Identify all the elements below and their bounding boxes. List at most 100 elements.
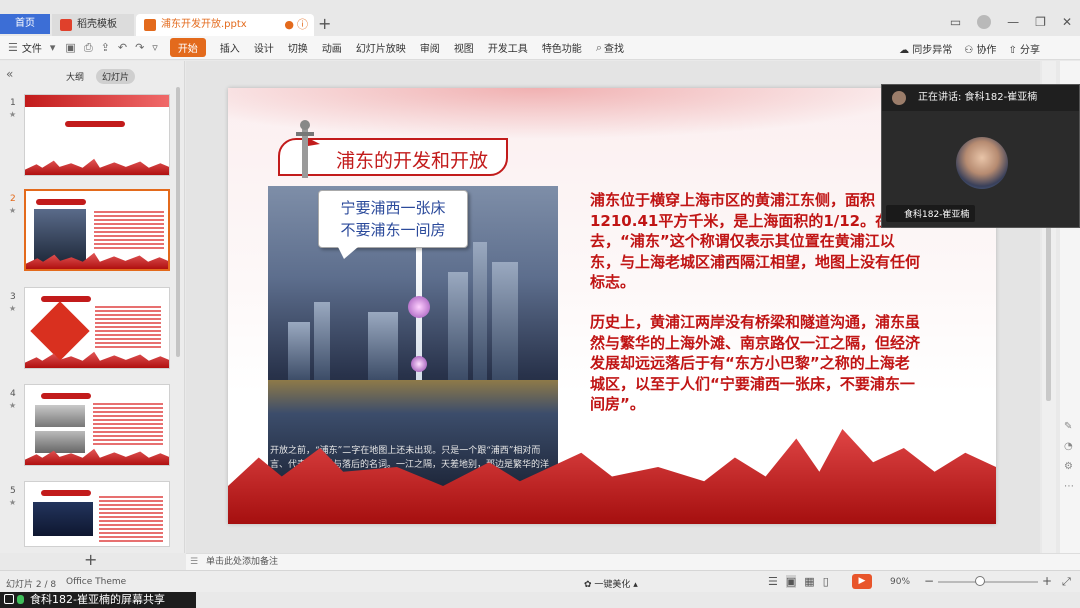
side-tool-icon[interactable]: ◔: [1064, 441, 1076, 453]
thumb-text: [95, 306, 161, 350]
slide-thumbnail-1[interactable]: [24, 94, 170, 176]
thumbnail-scrollbar[interactable]: [176, 87, 180, 357]
export-icon[interactable]: ⇪: [101, 41, 110, 54]
menu-slideshow[interactable]: 幻灯片放映: [356, 40, 406, 55]
building: [314, 302, 330, 382]
animation-star-icon: ★: [9, 304, 17, 313]
chevron-down-icon[interactable]: ▾: [50, 41, 56, 54]
collapse-panel-icon[interactable]: «: [6, 67, 13, 81]
align-icon[interactable]: ☰: [768, 575, 778, 588]
normal-view-icon[interactable]: ▣: [785, 575, 797, 588]
sync-status[interactable]: ☁ 同步异常: [899, 41, 952, 56]
participant-avatar: [956, 137, 1008, 189]
animation-star-icon: ★: [9, 498, 17, 507]
notes-placeholder: 单击此处添加备注: [206, 557, 279, 567]
print-icon[interactable]: ⎙: [84, 41, 93, 55]
building: [492, 262, 518, 382]
menu-view[interactable]: 视图: [454, 40, 474, 55]
warning-icon[interactable]: ⓘ: [297, 14, 308, 36]
menu-transition[interactable]: 切换: [288, 40, 308, 55]
search-icon[interactable]: ⌕: [596, 41, 602, 55]
window-switch-icon[interactable]: ▭: [950, 15, 961, 29]
sync-label: 同步异常: [912, 45, 953, 56]
collab-button[interactable]: ⚇ 协作: [964, 41, 996, 56]
tab-document-label: 浦东开发开放.pptx: [161, 19, 247, 30]
speech-bubble: 宁要浦西一张床 不要浦东一间房: [318, 190, 468, 248]
slide-thumbnail-4[interactable]: [24, 384, 170, 466]
thumb-title: [41, 393, 91, 399]
menu-icon[interactable]: ☰: [8, 41, 18, 54]
menu-developer[interactable]: 开发工具: [488, 40, 528, 55]
thumb-diamond: [30, 301, 90, 361]
side-tool-icon[interactable]: ⋯: [1064, 481, 1076, 493]
zoom-out-button[interactable]: −: [924, 574, 934, 588]
slide-thumbnail-2[interactable]: [24, 189, 170, 271]
slide-thumbnail-panel: « 大纲 幻灯片 1 ★ 2 ★ 3 ★ 4 ★ 5 ★ +: [0, 61, 185, 569]
thumb-number: 2: [10, 194, 16, 204]
tab-home[interactable]: 首页: [0, 14, 50, 34]
menu-animation[interactable]: 动画: [322, 40, 342, 55]
thumb-text: [99, 496, 163, 542]
minimize-icon[interactable]: —: [1007, 15, 1019, 29]
thumb-number: 4: [10, 389, 16, 399]
menu-start[interactable]: 开始: [169, 38, 206, 57]
tab-bar: 首页 稻壳模板 浦东开发开放.pptx ● ⓘ + ▭ — ❐ ✕: [0, 0, 1080, 36]
notes-bar[interactable]: ☰ 单击此处添加备注: [186, 553, 1080, 570]
share-label: 分享: [1020, 45, 1040, 56]
beautify-label: 一键美化: [594, 580, 631, 590]
slide-position: 幻灯片 2 / 8: [6, 580, 57, 590]
share-button[interactable]: ⇧ 分享: [1008, 41, 1040, 56]
menu-search[interactable]: 查找: [604, 40, 624, 55]
add-slide-button[interactable]: +: [84, 550, 97, 569]
thumb-title: [41, 296, 91, 302]
fit-window-icon[interactable]: ⤢: [1062, 575, 1071, 589]
paragraph-location[interactable]: 浦东位于横穿上海市区的黄浦江东侧，面积1210.41平方千米，是上海面积的1/1…: [590, 190, 920, 293]
reading-view-icon[interactable]: ▯: [823, 575, 829, 588]
paragraph-history[interactable]: 历史上，黄浦江两岸没有桥梁和隧道沟通，浦东虽然与繁华的上海外滩、南京路仅一江之隔…: [590, 312, 920, 415]
menu-design[interactable]: 设计: [254, 40, 274, 55]
add-tab-button[interactable]: +: [318, 14, 331, 34]
pptx-file-icon: [144, 19, 156, 31]
tab-template[interactable]: 稻壳模板: [52, 14, 134, 36]
menu-file[interactable]: 文件: [22, 40, 42, 55]
side-tool-icon[interactable]: ⚙: [1064, 461, 1076, 473]
share-label: 食科182-崔亚楠的屏幕共享: [30, 593, 165, 606]
building: [288, 322, 310, 382]
microphone-icon: [17, 595, 24, 604]
speaker-avatar-icon: [892, 91, 906, 105]
play-slideshow-button[interactable]: ▶: [852, 574, 872, 589]
zoom-slider[interactable]: [938, 581, 1038, 583]
tab-outline[interactable]: 大纲: [60, 69, 90, 84]
menu-features[interactable]: 特色功能: [542, 40, 582, 55]
save-icon[interactable]: ▣: [65, 41, 75, 54]
slide-thumbnail-5[interactable]: [24, 481, 170, 547]
thumb-photo: [35, 405, 85, 427]
beautify-button[interactable]: ✿ 一键美化 ▴: [584, 577, 638, 590]
side-tool-icon[interactable]: ✎: [1064, 421, 1076, 433]
slide-title: 浦东的开发和开放: [336, 150, 489, 172]
more-icon[interactable]: ▿: [152, 41, 158, 54]
menu-review[interactable]: 审阅: [420, 40, 440, 55]
tab-document[interactable]: 浦东开发开放.pptx ● ⓘ: [136, 14, 314, 36]
close-icon[interactable]: ✕: [1062, 15, 1072, 29]
sorter-view-icon[interactable]: ▦: [804, 575, 814, 588]
screen-share-bar[interactable]: 食科182-崔亚楠的屏幕共享: [0, 592, 196, 608]
zoom-slider-knob[interactable]: [975, 576, 985, 586]
thumb-photo: [33, 502, 93, 536]
video-call-window[interactable]: 正在讲话: 食科182-崔亚楠 食科182-崔亚楠: [881, 84, 1080, 228]
tab-slides[interactable]: 幻灯片: [96, 69, 136, 84]
building: [368, 312, 398, 382]
scroll-thumb[interactable]: [1046, 201, 1051, 401]
menu-insert[interactable]: 插入: [220, 40, 240, 55]
thumb-skyline: [25, 158, 169, 175]
zoom-level[interactable]: 90%: [890, 577, 910, 587]
theme-name[interactable]: Office Theme: [66, 577, 126, 587]
user-avatar[interactable]: [977, 15, 992, 29]
zoom-in-button[interactable]: +: [1042, 574, 1052, 588]
undo-icon[interactable]: ↶: [118, 41, 127, 54]
slide-thumbnail-3[interactable]: [24, 287, 170, 369]
tower-sphere: [411, 356, 427, 372]
redo-icon[interactable]: ↷: [135, 41, 144, 54]
bubble-line-1: 宁要浦西一张床: [340, 199, 446, 217]
restore-icon[interactable]: ❐: [1035, 15, 1046, 29]
